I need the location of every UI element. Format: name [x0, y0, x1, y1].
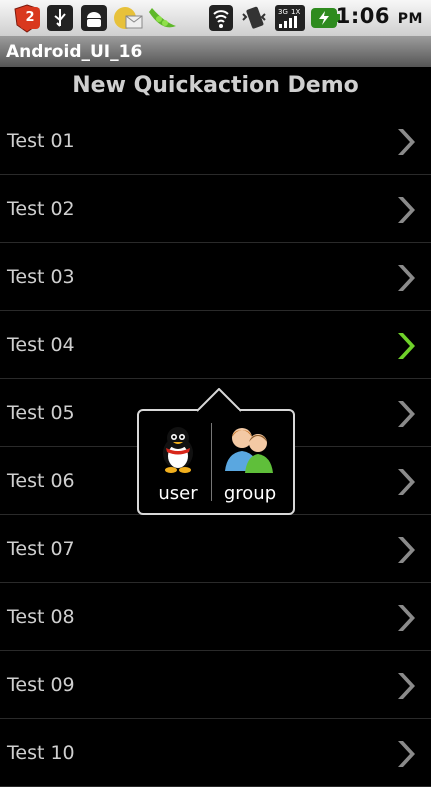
- list-item[interactable]: Test 08: [0, 583, 431, 651]
- chevron-right-icon: [398, 673, 415, 699]
- list-item-label: Test 06: [7, 470, 75, 492]
- list-item-label: Test 09: [7, 674, 75, 696]
- email-icon: [114, 7, 143, 29]
- quick-action-user[interactable]: user: [143, 421, 213, 511]
- status-bar: 2 3G 1X 1:06 PM: [0, 0, 431, 37]
- list-item-label: Test 08: [7, 606, 75, 628]
- quick-action-user-label: user: [158, 483, 198, 504]
- page-header: New Quickaction Demo: [0, 67, 431, 107]
- list-item[interactable]: Test 02: [0, 175, 431, 243]
- usb-icon: [47, 5, 73, 31]
- clock-ampm: PM: [397, 11, 423, 27]
- quick-action-group[interactable]: group: [215, 421, 285, 511]
- group-icon: [225, 428, 273, 473]
- chevron-right-icon: [398, 265, 415, 291]
- list-item[interactable]: Test 10: [0, 719, 431, 787]
- clock: 1:06 PM: [336, 4, 423, 28]
- svg-text:3G: 3G: [278, 8, 288, 16]
- quick-action-group-label: group: [223, 483, 277, 504]
- chevron-right-icon: [398, 333, 415, 359]
- list-item-label: Test 02: [7, 198, 75, 220]
- chevron-right-icon: [398, 537, 415, 563]
- chevron-right-icon: [398, 741, 415, 767]
- list-item-label: Test 01: [7, 130, 75, 152]
- chevron-right-icon: [398, 469, 415, 495]
- chevron-right-icon: [398, 605, 415, 631]
- quick-action-divider: [211, 423, 212, 501]
- chevron-right-icon: [398, 401, 415, 427]
- list-item[interactable]: Test 04: [0, 311, 431, 379]
- page-title: New Quickaction Demo: [72, 73, 359, 98]
- svg-text:1X: 1X: [291, 8, 300, 16]
- list-item[interactable]: Test 07: [0, 515, 431, 583]
- vibrate-icon: [242, 6, 266, 29]
- list-item[interactable]: Test 03: [0, 243, 431, 311]
- penguin-user-icon: [163, 427, 193, 473]
- quick-action-popup: user group: [137, 388, 295, 515]
- chevron-right-icon: [398, 129, 415, 155]
- list-item-label: Test 05: [7, 402, 75, 424]
- android-debug-icon: [81, 5, 107, 31]
- notification-badge: 2: [20, 7, 40, 29]
- popup-pointer-arrow: [197, 388, 241, 412]
- list-item-label: Test 07: [7, 538, 75, 560]
- app-title: Android_UI_16: [6, 42, 143, 62]
- list-item[interactable]: Test 01: [0, 107, 431, 175]
- list-item-label: Test 04: [7, 334, 75, 356]
- list-item[interactable]: Test 09: [0, 651, 431, 719]
- list-item-label: Test 10: [7, 742, 75, 764]
- app-title-bar: Android_UI_16: [0, 37, 431, 67]
- clock-time: 1:06: [335, 4, 390, 28]
- pea-pod-icon: [149, 8, 176, 28]
- wifi-icon: [209, 5, 233, 31]
- list-item-label: Test 03: [7, 266, 75, 288]
- signal-3g-icon: 3G 1X: [275, 5, 305, 31]
- chevron-right-icon: [398, 197, 415, 223]
